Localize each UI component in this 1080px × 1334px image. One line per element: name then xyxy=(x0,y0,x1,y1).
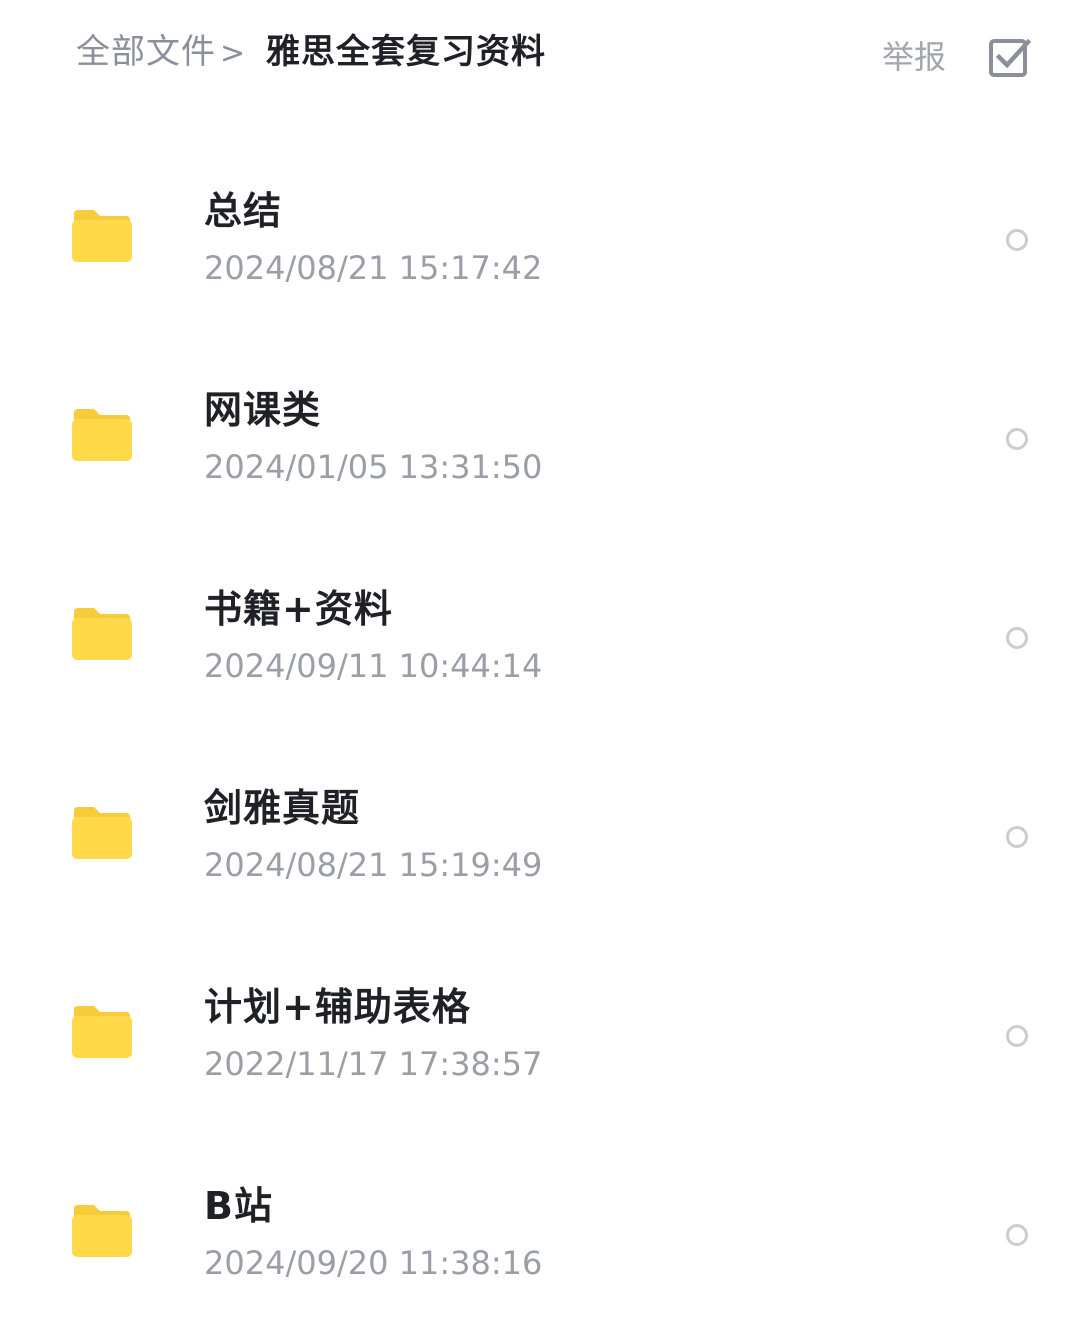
select-radio[interactable] xyxy=(1006,627,1028,649)
select-radio[interactable] xyxy=(1006,1025,1028,1047)
report-button[interactable]: 举报 xyxy=(882,34,946,80)
folder-name: 计划+辅助表格 xyxy=(204,985,471,1029)
folder-date: 2024/08/21 15:17:42 xyxy=(204,249,543,287)
breadcrumb-root[interactable]: 全部文件 xyxy=(76,28,216,76)
file-row[interactable]: 计划+辅助表格 2022/11/17 17:38:57 xyxy=(0,936,1080,1135)
folder-icon xyxy=(72,807,132,859)
select-radio[interactable] xyxy=(1006,229,1028,251)
folder-name: 书籍+资料 xyxy=(204,587,393,631)
file-row[interactable]: 书籍+资料 2024/09/11 10:44:14 xyxy=(0,538,1080,737)
folder-date: 2022/11/17 17:38:57 xyxy=(204,1045,543,1083)
file-row[interactable]: 总结 2024/08/21 15:17:42 xyxy=(0,140,1080,339)
file-row[interactable]: 剑雅真题 2024/08/21 15:19:49 xyxy=(0,737,1080,936)
select-radio[interactable] xyxy=(1006,428,1028,450)
folder-date: 2024/09/20 11:38:16 xyxy=(204,1244,543,1282)
select-radio[interactable] xyxy=(1006,1224,1028,1246)
folder-date: 2024/01/05 13:31:50 xyxy=(204,448,543,486)
top-bar: 全部文件 > 雅思全套复习资料 举报 xyxy=(0,0,1080,110)
folder-name: 总结 xyxy=(204,189,283,233)
select-radio[interactable] xyxy=(1006,826,1028,848)
breadcrumb-current: 雅思全套复习资料 xyxy=(266,32,546,72)
folder-icon xyxy=(72,1205,132,1257)
folder-name: 网课类 xyxy=(204,388,322,432)
folder-icon xyxy=(72,1006,132,1058)
folder-date: 2024/09/11 10:44:14 xyxy=(204,647,543,685)
select-all-button[interactable] xyxy=(988,36,1032,80)
file-row[interactable]: 网课类 2024/01/05 13:31:50 xyxy=(0,339,1080,538)
file-list: 总结 2024/08/21 15:17:42 网课类 2024/01/05 13… xyxy=(0,140,1080,1334)
breadcrumb-separator: > xyxy=(220,36,246,71)
folder-date: 2024/08/21 15:19:49 xyxy=(204,846,543,884)
folder-icon xyxy=(72,409,132,461)
folder-name: B站 xyxy=(204,1184,273,1228)
file-row[interactable]: B站 2024/09/20 11:38:16 xyxy=(0,1135,1080,1334)
folder-icon xyxy=(72,210,132,262)
folder-name: 剑雅真题 xyxy=(204,786,361,830)
checkbox-checked-icon xyxy=(989,38,1032,77)
folder-icon xyxy=(72,608,132,660)
